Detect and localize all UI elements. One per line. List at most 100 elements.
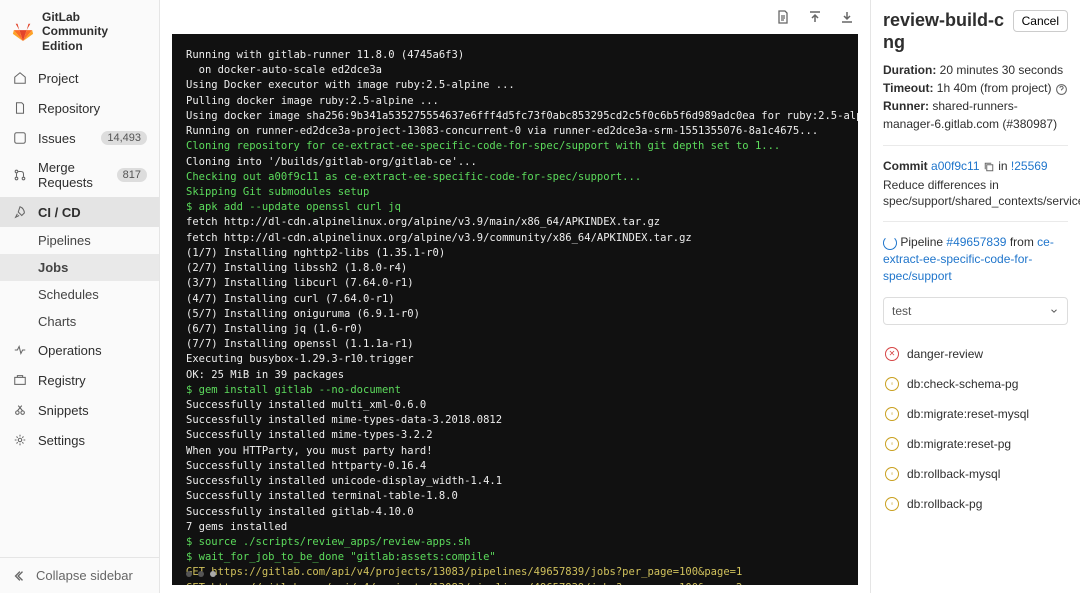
status-pending-icon: ◦ [885,407,899,421]
chevron-down-icon [1049,306,1059,316]
log-line: $ apk add --update openssl curl jq [186,200,844,215]
commit-info: Commit a00f9c11 in !25569 Reduce differe… [883,158,1068,209]
operations-icon [12,342,28,358]
log-line: $ gem install gitlab --no-document [186,383,844,398]
issues-count-badge: 14,493 [101,131,147,145]
sidebar-nav: Project Repository Issues 14,493 Merge R… [0,63,159,557]
related-job-name: db:rollback-pg [907,497,982,511]
related-job-item[interactable]: ◦ db:check-schema-pg [883,369,1068,399]
dot-icon [210,571,216,577]
related-job-name: db:migrate:reset-mysql [907,407,1029,421]
log-line: (3/7) Installing libcurl (7.64.0-r1) [186,276,844,291]
log-line: Checking out a00f9c11 as ce-extract-ee-s… [186,170,844,185]
log-line: on docker-auto-scale ed2dce3a [186,63,844,78]
scroll-top-button[interactable] [804,6,826,28]
merge-icon [12,167,28,183]
log-line: 7 gems installed [186,520,844,535]
sidebar-sub-schedules[interactable]: Schedules [0,281,159,308]
sidebar-item-operations[interactable]: Operations [0,335,159,365]
running-icon [883,236,897,250]
sidebar-item-project[interactable]: Project [0,63,159,93]
status-pending-icon: ◦ [885,467,899,481]
related-job-item[interactable]: ◦ db:migrate:reset-mysql [883,399,1068,429]
log-line: $ wait_for_job_to_be_done "gitlab:assets… [186,550,844,565]
status-pending-icon: ◦ [885,497,899,511]
related-job-item[interactable]: ✕danger-review [883,339,1068,369]
related-job-item[interactable]: ◦db:migrate:reset-pg [883,429,1068,459]
gear-icon [12,432,28,448]
job-toolbar [160,0,870,28]
log-line: Cloning into '/builds/gitlab-org/gitlab-… [186,155,844,170]
log-line: (1/7) Installing nghttp2-libs (1.35.1-r0… [186,246,844,261]
copy-icon[interactable] [983,161,995,173]
status-pending-icon: ◦ [885,437,899,451]
log-line: Successfully installed mime-types-3.2.2 [186,428,844,443]
issues-icon [12,130,28,146]
log-line: Using docker image sha256:9b341a53527555… [186,109,844,124]
log-line: OK: 25 MiB in 39 packages [186,368,844,383]
sidebar-item-merge-requests[interactable]: Merge Requests 817 [0,153,159,197]
log-line: Using Docker executor with image ruby:2.… [186,78,844,93]
job-meta: Duration: 20 minutes 30 seconds Timeout:… [883,61,1068,133]
collapse-sidebar-button[interactable]: Collapse sidebar [0,557,159,593]
job-name: review-build-cng [883,10,1007,53]
log-line: Executing busybox-1.29.3-r10.trigger [186,352,844,367]
related-job-item[interactable]: ◦ db:rollback-pg [883,489,1068,519]
log-line: $ source ./scripts/review_apps/review-ap… [186,535,844,550]
sidebar-item-repository[interactable]: Repository [0,93,159,123]
cancel-job-button[interactable]: Cancel [1013,10,1068,32]
job-log-terminal[interactable]: Running with gitlab-runner 11.8.0 (4745a… [172,34,858,585]
registry-icon [12,372,28,388]
pipeline-info: Pipeline #49657839 from ce-extract-ee-sp… [883,234,1068,284]
help-icon[interactable] [1055,83,1068,96]
mr-link[interactable]: !25569 [1011,159,1048,173]
related-jobs-list: ✕danger-review◦db:check-schema-pg◦db:mig… [883,339,1068,519]
log-line: Pulling docker image ruby:2.5-alpine ... [186,94,844,109]
scroll-bottom-button[interactable] [836,6,858,28]
sidebar-item-cicd[interactable]: CI / CD [0,197,159,227]
rocket-icon [12,204,28,220]
divider [883,221,1068,222]
log-line: GET https://gitlab.com/api/v4/projects/1… [186,565,844,580]
sidebar-sub-jobs[interactable]: Jobs [0,254,159,281]
log-line: Cloning repository for ce-extract-ee-spe… [186,139,844,154]
snippets-icon [12,402,28,418]
log-line: (5/7) Installing oniguruma (6.9.1-r0) [186,307,844,322]
stage-select[interactable]: test [883,297,1068,325]
sidebar-item-issues[interactable]: Issues 14,493 [0,123,159,153]
log-line: When you HTTParty, you must party hard! [186,444,844,459]
sidebar-sub-pipelines[interactable]: Pipelines [0,227,159,254]
log-line: Successfully installed multi_xml-0.6.0 [186,398,844,413]
status-pending-icon: ◦ [885,377,899,391]
commit-sha-link[interactable]: a00f9c11 [931,159,980,173]
job-details-panel: review-build-cng Cancel Duration: 20 min… [870,0,1080,593]
divider [883,145,1068,146]
sidebar-item-registry[interactable]: Registry [0,365,159,395]
related-job-item[interactable]: ◦db:rollback-mysql [883,459,1068,489]
related-job-name: db:check-schema-pg [907,377,1018,391]
sidebar-item-snippets[interactable]: Snippets [0,395,159,425]
log-line: fetch http://dl-cdn.alpinelinux.org/alpi… [186,231,844,246]
dot-icon [186,571,192,577]
log-line: Successfully installed mime-types-data-3… [186,413,844,428]
log-line: Running on runner-ed2dce3a-project-13083… [186,124,844,139]
sidebar-sub-charts[interactable]: Charts [0,308,159,335]
log-line: fetch http://dl-cdn.alpinelinux.org/alpi… [186,215,844,230]
dot-icon [198,571,204,577]
log-line: (6/7) Installing jq (1.6-r0) [186,322,844,337]
log-line: (7/7) Installing openssl (1.1.1a-r1) [186,337,844,352]
log-line: Successfully installed gitlab-4.10.0 [186,505,844,520]
gitlab-logo-icon [12,21,34,43]
mr-count-badge: 817 [117,168,147,182]
sidebar-item-settings[interactable]: Settings [0,425,159,455]
log-line: Skipping Git submodules setup [186,185,844,200]
home-icon [12,70,28,86]
log-line: Running with gitlab-runner 11.8.0 (4745a… [186,48,844,63]
raw-log-button[interactable] [772,6,794,28]
log-line: (4/7) Installing curl (7.64.0-r1) [186,292,844,307]
file-icon [12,100,28,116]
log-line: GET https://gitlab.com/api/v4/projects/1… [186,581,844,585]
pipeline-id-link[interactable]: #49657839 [946,235,1006,249]
related-job-name: danger-review [907,347,983,361]
log-line: Successfully installed httparty-0.16.4 [186,459,844,474]
